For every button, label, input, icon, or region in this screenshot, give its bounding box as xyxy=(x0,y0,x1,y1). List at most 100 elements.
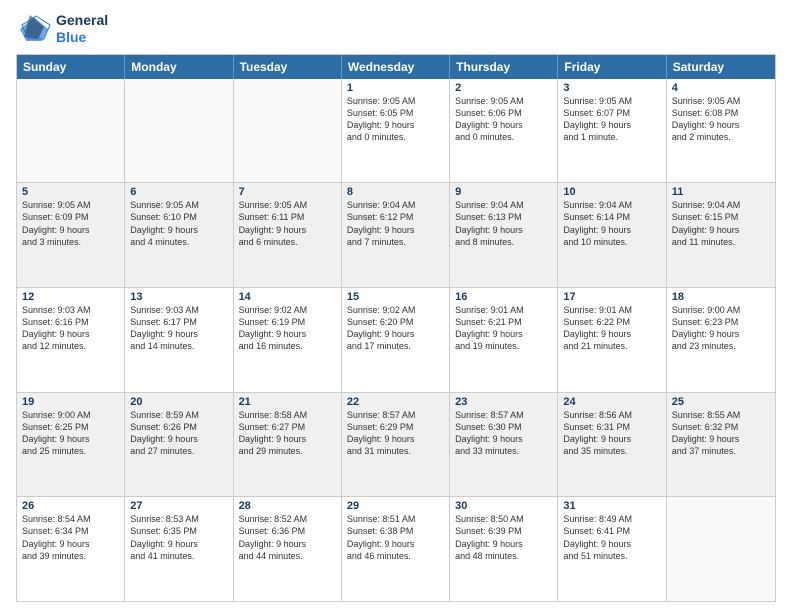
cell-line: and 25 minutes. xyxy=(22,445,119,457)
cell-line: Sunrise: 9:00 AM xyxy=(672,304,770,316)
cell-line: Sunrise: 8:56 AM xyxy=(563,409,660,421)
cell-line: Sunset: 6:21 PM xyxy=(455,316,552,328)
weekday-header: Monday xyxy=(125,55,233,79)
weekday-header: Wednesday xyxy=(342,55,450,79)
day-number: 3 xyxy=(563,82,660,94)
cell-line: and 41 minutes. xyxy=(130,550,227,562)
cell-line: and 33 minutes. xyxy=(455,445,552,457)
calendar-cell: 13Sunrise: 9:03 AMSunset: 6:17 PMDayligh… xyxy=(125,288,233,392)
cell-line: and 35 minutes. xyxy=(563,445,660,457)
cell-line: Sunset: 6:13 PM xyxy=(455,211,552,223)
calendar-cell: 23Sunrise: 8:57 AMSunset: 6:30 PMDayligh… xyxy=(450,393,558,497)
cell-line: and 4 minutes. xyxy=(130,236,227,248)
calendar-cell: 4Sunrise: 9:05 AMSunset: 6:08 PMDaylight… xyxy=(667,79,775,183)
cell-line: Daylight: 9 hours xyxy=(347,328,444,340)
cell-line: Daylight: 9 hours xyxy=(455,328,552,340)
day-number: 18 xyxy=(672,291,770,303)
day-number: 4 xyxy=(672,82,770,94)
calendar-cell xyxy=(125,79,233,183)
calendar-cell: 26Sunrise: 8:54 AMSunset: 6:34 PMDayligh… xyxy=(17,497,125,601)
calendar-row: 26Sunrise: 8:54 AMSunset: 6:34 PMDayligh… xyxy=(17,496,775,601)
day-number: 23 xyxy=(455,396,552,408)
calendar-cell: 8Sunrise: 9:04 AMSunset: 6:12 PMDaylight… xyxy=(342,183,450,287)
cell-line: Sunset: 6:31 PM xyxy=(563,421,660,433)
cell-line: Daylight: 9 hours xyxy=(130,224,227,236)
cell-line: Daylight: 9 hours xyxy=(563,433,660,445)
cell-line: and 3 minutes. xyxy=(22,236,119,248)
calendar-cell: 24Sunrise: 8:56 AMSunset: 6:31 PMDayligh… xyxy=(558,393,666,497)
calendar-cell xyxy=(17,79,125,183)
cell-line: Sunrise: 9:02 AM xyxy=(239,304,336,316)
day-number: 26 xyxy=(22,500,119,512)
cell-line: Sunrise: 9:03 AM xyxy=(130,304,227,316)
calendar-cell: 27Sunrise: 8:53 AMSunset: 6:35 PMDayligh… xyxy=(125,497,233,601)
cell-line: Sunset: 6:29 PM xyxy=(347,421,444,433)
cell-line: Sunrise: 9:03 AM xyxy=(22,304,119,316)
calendar-cell: 29Sunrise: 8:51 AMSunset: 6:38 PMDayligh… xyxy=(342,497,450,601)
calendar-row: 1Sunrise: 9:05 AMSunset: 6:05 PMDaylight… xyxy=(17,79,775,183)
cell-line: and 48 minutes. xyxy=(455,550,552,562)
calendar-cell: 11Sunrise: 9:04 AMSunset: 6:15 PMDayligh… xyxy=(667,183,775,287)
calendar-cell: 20Sunrise: 8:59 AMSunset: 6:26 PMDayligh… xyxy=(125,393,233,497)
cell-line: Sunset: 6:30 PM xyxy=(455,421,552,433)
cell-line: Daylight: 9 hours xyxy=(130,328,227,340)
calendar-cell: 30Sunrise: 8:50 AMSunset: 6:39 PMDayligh… xyxy=(450,497,558,601)
day-number: 14 xyxy=(239,291,336,303)
cell-line: Sunrise: 9:05 AM xyxy=(22,199,119,211)
cell-line: Sunrise: 9:05 AM xyxy=(347,95,444,107)
weekday-header: Thursday xyxy=(450,55,558,79)
calendar-row: 5Sunrise: 9:05 AMSunset: 6:09 PMDaylight… xyxy=(17,182,775,287)
cell-line: and 16 minutes. xyxy=(239,340,336,352)
cell-line: Daylight: 9 hours xyxy=(455,119,552,131)
cell-line: Sunset: 6:32 PM xyxy=(672,421,770,433)
cell-line: Sunset: 6:25 PM xyxy=(22,421,119,433)
cell-line: and 12 minutes. xyxy=(22,340,119,352)
calendar-cell: 1Sunrise: 9:05 AMSunset: 6:05 PMDaylight… xyxy=(342,79,450,183)
cell-line: and 29 minutes. xyxy=(239,445,336,457)
cell-line: Daylight: 9 hours xyxy=(239,328,336,340)
cell-line: and 14 minutes. xyxy=(130,340,227,352)
cell-line: Sunrise: 9:05 AM xyxy=(672,95,770,107)
calendar-cell xyxy=(667,497,775,601)
cell-line: Sunrise: 9:00 AM xyxy=(22,409,119,421)
cell-line: and 23 minutes. xyxy=(672,340,770,352)
calendar-cell: 17Sunrise: 9:01 AMSunset: 6:22 PMDayligh… xyxy=(558,288,666,392)
cell-line: Sunset: 6:05 PM xyxy=(347,107,444,119)
calendar-cell: 25Sunrise: 8:55 AMSunset: 6:32 PMDayligh… xyxy=(667,393,775,497)
cell-line: Sunset: 6:34 PM xyxy=(22,525,119,537)
cell-line: and 1 minute. xyxy=(563,131,660,143)
day-number: 19 xyxy=(22,396,119,408)
cell-line: and 8 minutes. xyxy=(455,236,552,248)
day-number: 22 xyxy=(347,396,444,408)
cell-line: Sunset: 6:12 PM xyxy=(347,211,444,223)
calendar-cell: 22Sunrise: 8:57 AMSunset: 6:29 PMDayligh… xyxy=(342,393,450,497)
cell-line: Daylight: 9 hours xyxy=(563,328,660,340)
cell-line: Sunrise: 8:52 AM xyxy=(239,513,336,525)
day-number: 21 xyxy=(239,396,336,408)
cell-line: Sunrise: 9:04 AM xyxy=(455,199,552,211)
cell-line: Daylight: 9 hours xyxy=(239,538,336,550)
day-number: 28 xyxy=(239,500,336,512)
calendar-cell: 5Sunrise: 9:05 AMSunset: 6:09 PMDaylight… xyxy=(17,183,125,287)
calendar-cell: 14Sunrise: 9:02 AMSunset: 6:19 PMDayligh… xyxy=(234,288,342,392)
cell-line: Sunset: 6:06 PM xyxy=(455,107,552,119)
weekday-header: Sunday xyxy=(17,55,125,79)
day-number: 17 xyxy=(563,291,660,303)
day-number: 30 xyxy=(455,500,552,512)
cell-line: Sunrise: 8:55 AM xyxy=(672,409,770,421)
header: General Blue xyxy=(16,12,776,46)
day-number: 10 xyxy=(563,186,660,198)
day-number: 15 xyxy=(347,291,444,303)
day-number: 12 xyxy=(22,291,119,303)
cell-line: and 39 minutes. xyxy=(22,550,119,562)
calendar-cell: 7Sunrise: 9:05 AMSunset: 6:11 PMDaylight… xyxy=(234,183,342,287)
day-number: 11 xyxy=(672,186,770,198)
day-number: 20 xyxy=(130,396,227,408)
cell-line: and 6 minutes. xyxy=(239,236,336,248)
cell-line: Sunset: 6:08 PM xyxy=(672,107,770,119)
calendar: SundayMondayTuesdayWednesdayThursdayFrid… xyxy=(16,54,776,602)
weekday-header: Saturday xyxy=(667,55,775,79)
cell-line: Sunset: 6:17 PM xyxy=(130,316,227,328)
cell-line: Sunset: 6:09 PM xyxy=(22,211,119,223)
calendar-row: 12Sunrise: 9:03 AMSunset: 6:16 PMDayligh… xyxy=(17,287,775,392)
